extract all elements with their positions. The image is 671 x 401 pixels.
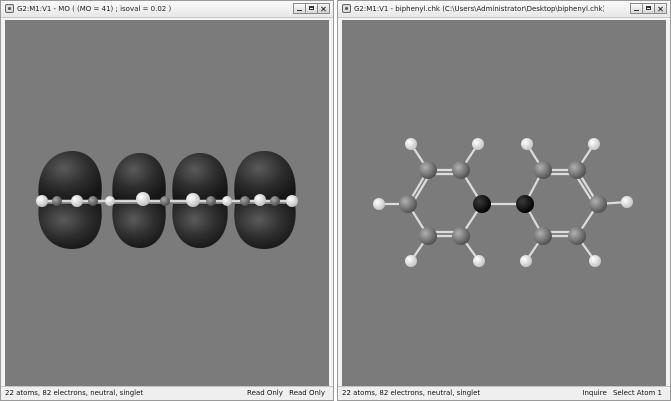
atom-hydrogen bbox=[136, 192, 150, 206]
atom-hydrogen bbox=[472, 138, 484, 150]
orbital-lobe-lower-4 bbox=[234, 204, 296, 249]
app-icon[interactable] bbox=[342, 4, 351, 13]
mode-indicators: Read Only Read Only bbox=[243, 387, 325, 400]
atom-carbon bbox=[206, 196, 216, 206]
molecule-viewport[interactable] bbox=[5, 20, 329, 386]
biphenyl-render bbox=[373, 138, 633, 267]
orbital-lobe-lower-2 bbox=[112, 204, 166, 248]
close-icon[interactable] bbox=[317, 3, 330, 14]
atom-hydrogen bbox=[520, 255, 532, 267]
atom-carbon-highlighted bbox=[473, 195, 491, 213]
orbital-lobe-lower-3 bbox=[172, 204, 228, 248]
window-title: G2:M1:V1 - biphenyl.chk (C:\Users\Admini… bbox=[354, 5, 604, 13]
atom-hydrogen bbox=[71, 195, 83, 207]
atom-hydrogen bbox=[621, 196, 633, 208]
atom-carbon bbox=[419, 227, 437, 245]
atom-hydrogen bbox=[521, 138, 533, 150]
atom-hydrogen bbox=[286, 195, 298, 207]
orbital-lobe-upper-3 bbox=[172, 153, 228, 200]
title-bar[interactable]: G2:M1:V1 - biphenyl.chk (C:\Users\Admini… bbox=[338, 1, 670, 18]
window-title: G2:M1:V1 - MO ( (MO = 41) ; isoval = 0.0… bbox=[17, 5, 172, 13]
atom-hydrogen bbox=[473, 255, 485, 267]
atom-hydrogen bbox=[105, 196, 115, 206]
atom-carbon bbox=[160, 196, 170, 206]
orbital-lobe-upper-2 bbox=[112, 153, 166, 200]
atom-carbon bbox=[534, 161, 552, 179]
close-icon[interactable] bbox=[654, 3, 667, 14]
orbital-lobe-lower-1 bbox=[38, 204, 102, 249]
atom-hydrogen bbox=[405, 138, 417, 150]
atom-carbon bbox=[452, 161, 470, 179]
orbital-render bbox=[36, 151, 298, 249]
orbital-lobe-upper-1 bbox=[38, 151, 102, 200]
title-bar[interactable]: G2:M1:V1 - MO ( (MO = 41) ; isoval = 0.0… bbox=[1, 1, 333, 18]
atom-carbon bbox=[240, 196, 250, 206]
atom-hydrogen bbox=[405, 255, 417, 267]
molecule-summary: 22 atoms, 82 electrons, neutral, singlet bbox=[342, 389, 481, 397]
atom-carbon bbox=[270, 196, 280, 206]
read-only-indicator-2: Read Only bbox=[289, 389, 325, 397]
atom-carbon-highlighted bbox=[516, 195, 534, 213]
window-controls bbox=[630, 3, 667, 14]
molecule-viewport[interactable] bbox=[342, 20, 666, 386]
atom-hydrogen bbox=[589, 255, 601, 267]
atom-hydrogen bbox=[222, 196, 232, 206]
status-bar: 22 atoms, 82 electrons, neutral, singlet… bbox=[338, 386, 670, 400]
app-icon[interactable] bbox=[5, 4, 14, 13]
window-controls bbox=[293, 3, 330, 14]
inquire-mode-indicator: Inquire bbox=[582, 389, 607, 397]
atom-carbon bbox=[52, 196, 62, 206]
atom-carbon bbox=[589, 195, 607, 213]
mo-view-window: G2:M1:V1 - MO ( (MO = 41) ; isoval = 0.0… bbox=[0, 0, 334, 401]
select-atom-prompt: Select Atom 1 bbox=[612, 389, 662, 397]
atom-carbon bbox=[452, 227, 470, 245]
atom-hydrogen bbox=[373, 198, 385, 210]
atom-carbon bbox=[534, 227, 552, 245]
atom-carbon bbox=[568, 227, 586, 245]
atom-carbon bbox=[399, 195, 417, 213]
atom-hydrogen bbox=[186, 193, 200, 207]
mode-indicators: Inquire Select Atom 1 bbox=[578, 387, 662, 400]
atom-hydrogen bbox=[254, 194, 266, 206]
atom-carbon bbox=[568, 161, 586, 179]
atom-carbon bbox=[419, 161, 437, 179]
structure-view-window: G2:M1:V1 - biphenyl.chk (C:\Users\Admini… bbox=[337, 0, 671, 401]
status-bar: 22 atoms, 82 electrons, neutral, singlet… bbox=[1, 386, 333, 400]
molecule-summary: 22 atoms, 82 electrons, neutral, singlet bbox=[5, 389, 144, 397]
atom-hydrogen bbox=[588, 138, 600, 150]
read-only-indicator: Read Only bbox=[247, 389, 283, 397]
orbital-lobe-upper-4 bbox=[234, 151, 296, 200]
atom-hydrogen bbox=[36, 195, 48, 207]
atom-carbon bbox=[88, 196, 98, 206]
